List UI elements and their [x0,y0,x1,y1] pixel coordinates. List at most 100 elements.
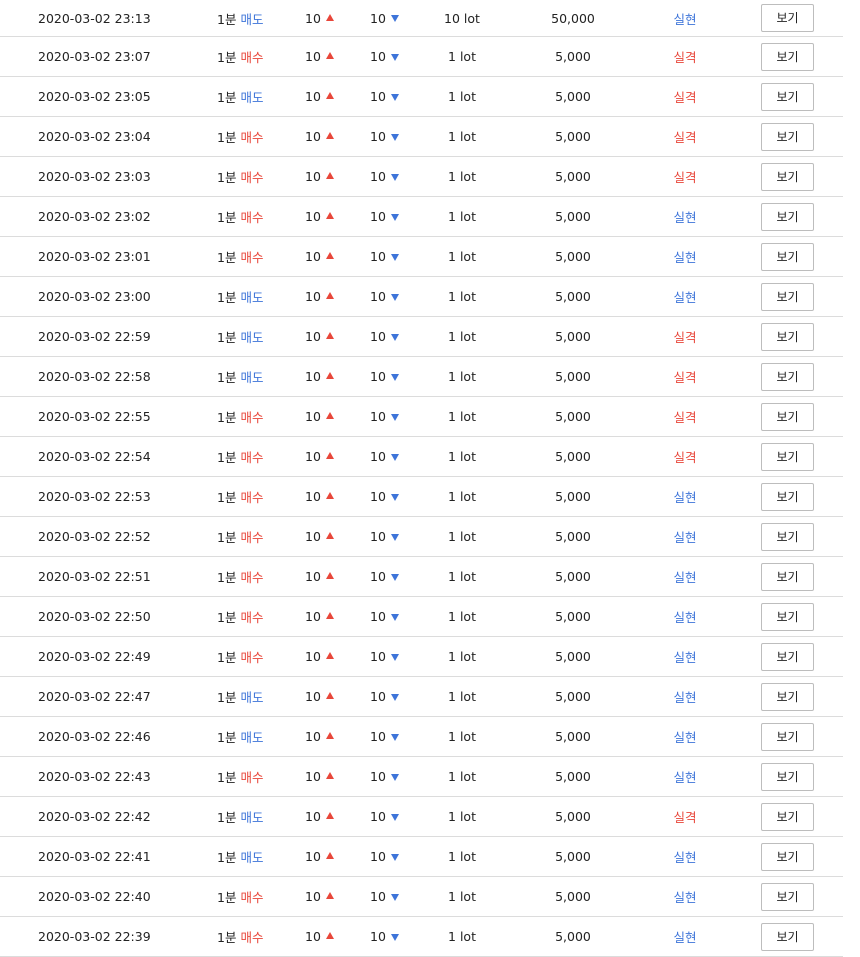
up-count: 10 [305,489,321,504]
trade-type-cell: 1분 매도 [217,317,263,356]
up-count: 10 [305,10,321,26]
triangle-down-icon [390,653,399,661]
trade-result: 실격 [673,50,697,65]
trade-interval: 1분 [217,410,237,425]
down-count: 10 [370,49,386,64]
view-button[interactable]: 보기 [761,402,814,431]
trade-direction: 매도 [240,810,264,825]
trade-direction: 매도 [240,690,264,705]
view-button[interactable]: 보기 [761,682,814,711]
down-count-cell: 10 [370,477,399,516]
view-button[interactable]: 보기 [761,762,814,791]
up-count-cell: 10 [305,77,334,116]
trade-amount: 5,000 [555,89,591,104]
up-count: 10 [305,289,321,304]
view-button[interactable]: 보기 [761,162,814,191]
triangle-up-icon [325,92,334,99]
table-row: 2020-03-02 22:51 1분 매수 10 10 1 lot 5,000… [0,557,843,597]
trade-type-cell: 1분 매도 [217,677,263,716]
view-button-cell: 보기 [761,77,814,116]
trade-amount: 5,000 [555,769,591,784]
up-count-cell: 10 [305,597,334,636]
trade-direction: 매수 [240,410,264,425]
down-count-cell: 10 [370,77,399,116]
triangle-up-icon [325,212,334,219]
down-count: 10 [370,809,386,824]
down-count: 10 [370,849,386,864]
down-count-cell: 10 [370,677,399,716]
trade-datetime: 2020-03-02 22:39 [38,929,151,944]
trade-lot: 1 lot [448,329,476,344]
trade-lot: 1 lot [448,289,476,304]
up-count: 10 [305,49,321,64]
trade-lot: 1 lot [448,409,476,424]
view-button[interactable]: 보기 [761,522,814,551]
triangle-up-icon [325,492,334,499]
view-button[interactable]: 보기 [761,42,814,71]
view-button-cell: 보기 [761,37,814,76]
view-button[interactable]: 보기 [761,802,814,831]
down-count-cell: 10 [370,757,399,796]
trade-direction: 매수 [240,50,264,65]
trade-amount: 5,000 [555,249,591,264]
view-button[interactable]: 보기 [761,282,814,311]
trade-direction: 매수 [240,770,264,785]
trade-datetime: 2020-03-02 22:51 [38,569,151,584]
down-count: 10 [370,609,386,624]
up-count-cell: 10 [305,717,334,756]
triangle-down-icon [390,613,399,621]
trade-datetime: 2020-03-02 22:47 [38,689,151,704]
trade-datetime: 2020-03-02 23:00 [38,289,151,304]
view-button[interactable]: 보기 [761,82,814,111]
table-row: 2020-03-02 22:54 1분 매수 10 10 1 lot 5,000… [0,437,843,477]
table-row: 2020-03-02 22:50 1분 매수 10 10 1 lot 5,000… [0,597,843,637]
up-count-cell: 10 [305,837,334,876]
up-count: 10 [305,689,321,704]
trade-result: 실격 [673,90,697,105]
view-button[interactable]: 보기 [761,922,814,951]
trade-type-cell: 1분 매수 [217,237,263,276]
view-button[interactable]: 보기 [761,602,814,631]
trade-result: 실격 [673,450,697,465]
trade-interval: 1분 [217,330,237,345]
trade-datetime: 2020-03-02 23:07 [38,49,151,64]
trade-lot: 1 lot [448,89,476,104]
trade-type-cell: 1분 매도 [217,357,263,396]
view-button[interactable]: 보기 [761,482,814,511]
view-button[interactable]: 보기 [761,442,814,471]
view-button[interactable]: 보기 [761,242,814,271]
view-button[interactable]: 보기 [761,642,814,671]
table-row: 2020-03-02 22:59 1분 매도 10 10 1 lot 5,000… [0,317,843,357]
view-button-cell: 보기 [761,197,814,236]
trade-datetime: 2020-03-02 23:01 [38,249,151,264]
view-button[interactable]: 보기 [761,842,814,871]
triangle-up-icon [325,732,334,739]
view-button[interactable]: 보기 [761,882,814,911]
trade-amount: 5,000 [555,729,591,744]
trade-lot: 1 lot [448,569,476,584]
view-button[interactable]: 보기 [761,722,814,751]
trade-result: 실현 [673,530,697,545]
up-count-cell: 10 [305,317,334,356]
triangle-down-icon [390,133,399,141]
trade-lot: 1 lot [448,489,476,504]
view-button-cell: 보기 [761,157,814,196]
view-button[interactable]: 보기 [761,4,814,32]
view-button[interactable]: 보기 [761,202,814,231]
trade-direction: 매도 [240,330,264,345]
view-button-cell: 보기 [761,917,814,956]
triangle-down-icon [390,773,399,781]
trade-direction: 매도 [240,11,264,27]
view-button[interactable]: 보기 [761,122,814,151]
trade-amount: 5,000 [555,489,591,504]
triangle-up-icon [325,172,334,179]
view-button-cell: 보기 [761,637,814,676]
trade-datetime: 2020-03-02 22:43 [38,769,151,784]
table-row: 2020-03-02 23:13 1분 매도 10 10 10 lot 50,0… [0,0,843,37]
down-count: 10 [370,289,386,304]
view-button[interactable]: 보기 [761,562,814,591]
view-button[interactable]: 보기 [761,362,814,391]
trade-lot: 1 lot [448,169,476,184]
trade-type-cell: 1분 매수 [217,117,263,156]
view-button[interactable]: 보기 [761,322,814,351]
